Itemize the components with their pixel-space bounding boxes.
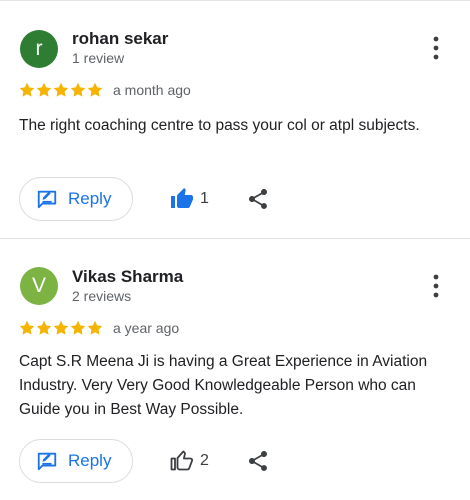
rating-row: a year ago bbox=[19, 318, 179, 338]
share-button[interactable] bbox=[246, 187, 270, 211]
reviewer-name[interactable]: rohan sekar bbox=[72, 29, 168, 49]
share-icon bbox=[249, 451, 267, 471]
review-date: a year ago bbox=[113, 320, 180, 336]
reply-label: Reply bbox=[68, 189, 112, 208]
reviewer-name[interactable]: Vikas Sharma bbox=[72, 267, 183, 287]
share-button[interactable] bbox=[246, 449, 270, 473]
thumb-up-outline-icon bbox=[170, 450, 194, 471]
star-icon bbox=[36, 320, 52, 335]
review-card: r rohan sekar 1 review a month ago The r… bbox=[0, 0, 470, 238]
like-button[interactable]: 1 bbox=[170, 177, 209, 221]
reply-icon bbox=[37, 452, 57, 471]
review-date: a month ago bbox=[113, 82, 191, 98]
rating-row: a month ago bbox=[19, 80, 191, 100]
more-options-button[interactable] bbox=[424, 272, 448, 302]
reply-button[interactable]: Reply bbox=[19, 439, 133, 483]
review-text: The right coaching centre to pass your c… bbox=[19, 117, 420, 134]
star-icon bbox=[87, 82, 103, 97]
thumb-up-filled-icon bbox=[171, 188, 193, 208]
like-count: 2 bbox=[200, 452, 209, 469]
more-vert-icon bbox=[433, 274, 439, 298]
reviewer-review-count: 2 reviews bbox=[72, 288, 132, 304]
more-vert-icon bbox=[433, 36, 439, 60]
star-icon bbox=[36, 82, 52, 97]
like-count: 1 bbox=[200, 190, 209, 207]
avatar[interactable]: V bbox=[20, 267, 58, 305]
star-icon bbox=[19, 82, 35, 97]
like-button[interactable]: 2 bbox=[170, 439, 209, 483]
review-card: V Vikas Sharma 2 reviews a year ago Capt… bbox=[0, 239, 470, 500]
star-rating bbox=[19, 82, 103, 98]
reviewer-review-count: 1 review bbox=[72, 50, 125, 66]
avatar[interactable]: r bbox=[20, 30, 58, 68]
star-icon bbox=[87, 320, 103, 335]
reply-button[interactable]: Reply bbox=[19, 177, 133, 221]
star-icon bbox=[70, 320, 86, 335]
reply-icon bbox=[37, 190, 57, 209]
star-icon bbox=[19, 320, 35, 335]
star-icon bbox=[53, 82, 69, 97]
star-icon bbox=[53, 320, 69, 335]
reply-label: Reply bbox=[68, 451, 112, 470]
star-rating bbox=[19, 320, 103, 336]
share-icon bbox=[249, 189, 267, 209]
review-text: Capt S.R Meena Ji is having a Great Expe… bbox=[19, 353, 428, 418]
star-icon bbox=[70, 82, 86, 97]
more-options-button[interactable] bbox=[424, 34, 448, 64]
